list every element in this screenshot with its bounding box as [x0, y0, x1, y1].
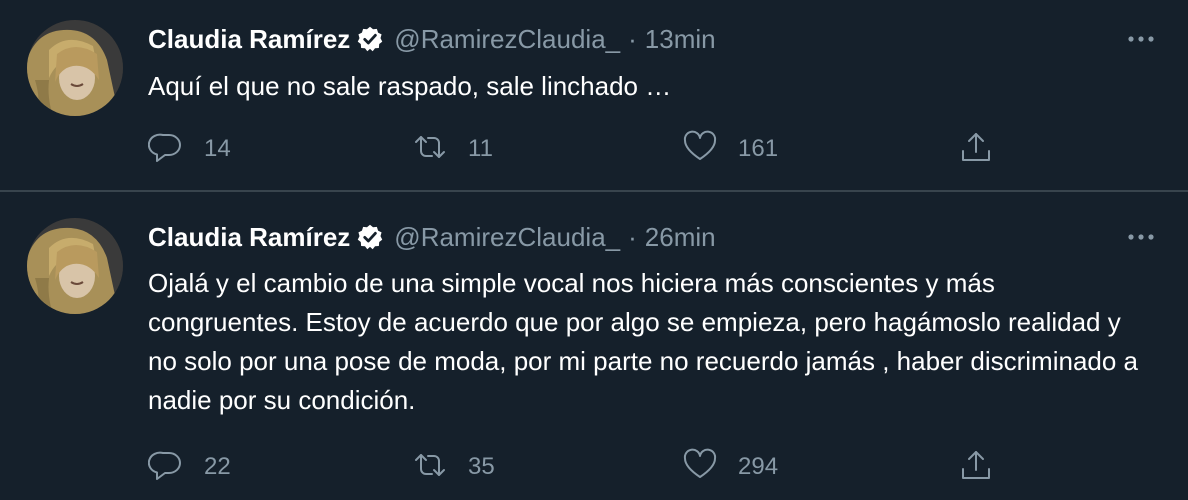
like-button[interactable]: 161: [682, 129, 779, 170]
retweet-count: 35: [468, 453, 495, 480]
verified-badge-icon: [356, 25, 384, 53]
reply-button[interactable]: 14: [147, 129, 231, 170]
share-icon: [958, 447, 994, 488]
like-count: 294: [738, 453, 779, 480]
reply-button[interactable]: 22: [147, 447, 231, 488]
retweet-button[interactable]: 11: [412, 131, 493, 167]
avatar[interactable]: [27, 218, 123, 314]
author-name[interactable]: Claudia Ramírez: [148, 222, 350, 253]
retweet-icon: [412, 447, 448, 488]
more-options-icon[interactable]: [1126, 27, 1156, 51]
reply-count: 22: [204, 453, 231, 480]
retweet-count: 11: [468, 135, 493, 162]
tweet-actions: 14 11 161: [147, 129, 1008, 170]
tweet-header: Claudia Ramírez @RamirezClaudia_ · 26min: [148, 219, 1158, 255]
like-button[interactable]: 294: [682, 447, 779, 488]
like-count: 161: [738, 135, 779, 162]
tweet-header: Claudia Ramírez @RamirezClaudia_ · 13min: [148, 21, 1158, 57]
tweet-text: Ojalá y el cambio de una simple vocal no…: [148, 268, 1139, 415]
tweet-timestamp[interactable]: 26min: [645, 222, 716, 253]
author-handle[interactable]: @RamirezClaudia_: [394, 24, 620, 55]
share-button[interactable]: [958, 131, 994, 167]
reply-icon: [147, 129, 184, 170]
verified-badge-icon: [356, 223, 384, 251]
tweet-text: Aquí el que no sale raspado, sale lincha…: [148, 71, 672, 101]
tweet-actions: 22 35 294: [147, 447, 1008, 488]
retweet-icon: [412, 129, 448, 170]
reply-count: 14: [204, 135, 231, 162]
heart-icon: [682, 129, 718, 170]
tweet-timestamp[interactable]: 13min: [645, 24, 716, 55]
reply-icon: [147, 447, 184, 488]
separator-dot: ·: [628, 221, 637, 252]
tweet[interactable]: Claudia Ramírez @RamirezClaudia_ · 26min…: [0, 194, 1188, 500]
avatar[interactable]: [27, 20, 123, 116]
separator-dot: ·: [628, 23, 637, 54]
heart-icon: [682, 447, 718, 488]
share-icon: [958, 129, 994, 170]
more-options-icon[interactable]: [1126, 225, 1156, 249]
share-button[interactable]: [958, 449, 994, 485]
tweet[interactable]: Claudia Ramírez @RamirezClaudia_ · 13min…: [0, 0, 1188, 192]
author-handle[interactable]: @RamirezClaudia_: [394, 222, 620, 253]
retweet-button[interactable]: 35: [412, 449, 495, 485]
author-name[interactable]: Claudia Ramírez: [148, 24, 350, 55]
